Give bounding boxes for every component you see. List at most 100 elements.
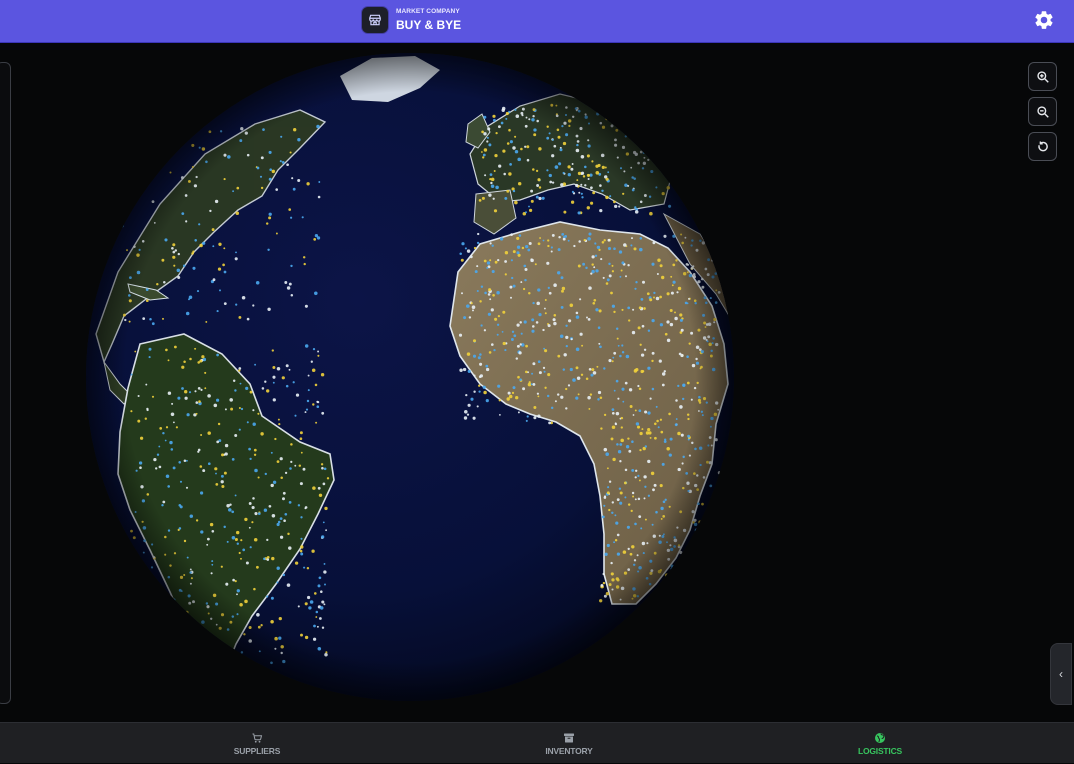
location-point [135, 160, 139, 164]
location-point [142, 630, 146, 634]
settings-button[interactable] [1033, 9, 1055, 31]
location-point [694, 532, 698, 536]
location-point [185, 636, 190, 641]
map-viewport[interactable]: ‹ [0, 44, 1074, 722]
location-point [194, 639, 197, 643]
nav-inventory[interactable]: INVENTORY [499, 723, 639, 764]
location-point [718, 527, 722, 531]
location-point [164, 642, 167, 645]
nav-suppliers[interactable]: SUPPLIERS [187, 723, 327, 764]
zoom-in-icon [1036, 70, 1049, 83]
location-point [140, 158, 143, 161]
location-point [220, 658, 223, 662]
location-point [677, 589, 681, 594]
location-point [132, 152, 135, 155]
drawer-toggle-button[interactable]: ‹ [1050, 643, 1072, 705]
location-point [122, 217, 126, 221]
location-point [691, 591, 694, 594]
earth-globe[interactable] [0, 44, 1074, 722]
location-point [678, 565, 682, 570]
location-point [169, 605, 173, 610]
location-point [656, 104, 659, 107]
location-point [187, 658, 191, 662]
location-point [696, 527, 701, 531]
location-point [704, 545, 707, 548]
location-point [121, 172, 125, 176]
location-point [654, 140, 658, 144]
location-point [700, 556, 704, 560]
location-point [710, 579, 714, 583]
location-point [217, 647, 221, 650]
location-point [178, 123, 182, 127]
location-point [718, 580, 722, 583]
location-point [181, 135, 185, 139]
location-point [642, 140, 647, 144]
location-point [151, 143, 155, 147]
antarctica-edge [300, 708, 520, 722]
location-point [191, 660, 195, 663]
archive-box-icon [564, 733, 574, 742]
location-point [151, 600, 154, 604]
zoom-out-button[interactable] [1028, 97, 1057, 126]
location-point [644, 117, 648, 121]
location-point [696, 528, 701, 532]
location-point [668, 179, 672, 182]
location-point [685, 559, 689, 563]
location-point [715, 586, 719, 589]
location-point [699, 589, 703, 594]
cart-icon [252, 733, 263, 743]
globe-icon [875, 732, 885, 743]
rotate-icon [1037, 140, 1048, 151]
location-point [196, 638, 201, 643]
location-point [161, 137, 165, 141]
reset-rotation-button[interactable] [1028, 132, 1057, 161]
location-point [132, 601, 136, 605]
location-point [698, 532, 701, 535]
location-point [646, 151, 649, 154]
location-point [706, 538, 709, 542]
location-point [645, 149, 648, 152]
location-point [145, 622, 149, 625]
location-point [717, 578, 722, 582]
location-point [167, 146, 171, 150]
location-point [699, 587, 702, 591]
location-point [158, 622, 163, 627]
location-point [129, 164, 133, 168]
location-point [718, 507, 721, 510]
location-point [124, 165, 127, 168]
location-point [218, 640, 222, 644]
location-point [174, 603, 177, 606]
location-point [656, 108, 660, 112]
zoom-in-button[interactable] [1028, 62, 1057, 91]
location-point [657, 113, 661, 117]
location-point [134, 559, 139, 563]
location-point [710, 601, 714, 605]
location-point [635, 108, 638, 111]
location-point [633, 104, 637, 108]
location-point [155, 125, 159, 129]
location-point [174, 652, 178, 656]
nav-inventory-label: INVENTORY [545, 745, 593, 756]
brand[interactable]: MARKET COMPANY BUY & BYE [362, 7, 461, 33]
location-point [637, 105, 641, 109]
nav-logistics[interactable]: LOGISTICS [810, 723, 950, 764]
storefront-icon [362, 7, 388, 33]
nav-logistics-label: LOGISTICS [857, 745, 902, 756]
location-point [699, 566, 702, 569]
location-point [200, 644, 204, 648]
location-point [653, 156, 657, 160]
location-point [670, 598, 673, 601]
location-point [667, 108, 671, 112]
location-point [171, 637, 174, 640]
location-point [714, 571, 718, 575]
company-name: BUY & BYE [396, 17, 462, 32]
location-point [691, 558, 694, 561]
location-point [124, 136, 129, 140]
location-point [154, 166, 157, 169]
location-point [715, 544, 719, 548]
location-point [654, 155, 657, 158]
location-point [209, 648, 213, 653]
location-point [682, 590, 687, 594]
location-point [649, 108, 654, 112]
location-point [684, 566, 688, 570]
